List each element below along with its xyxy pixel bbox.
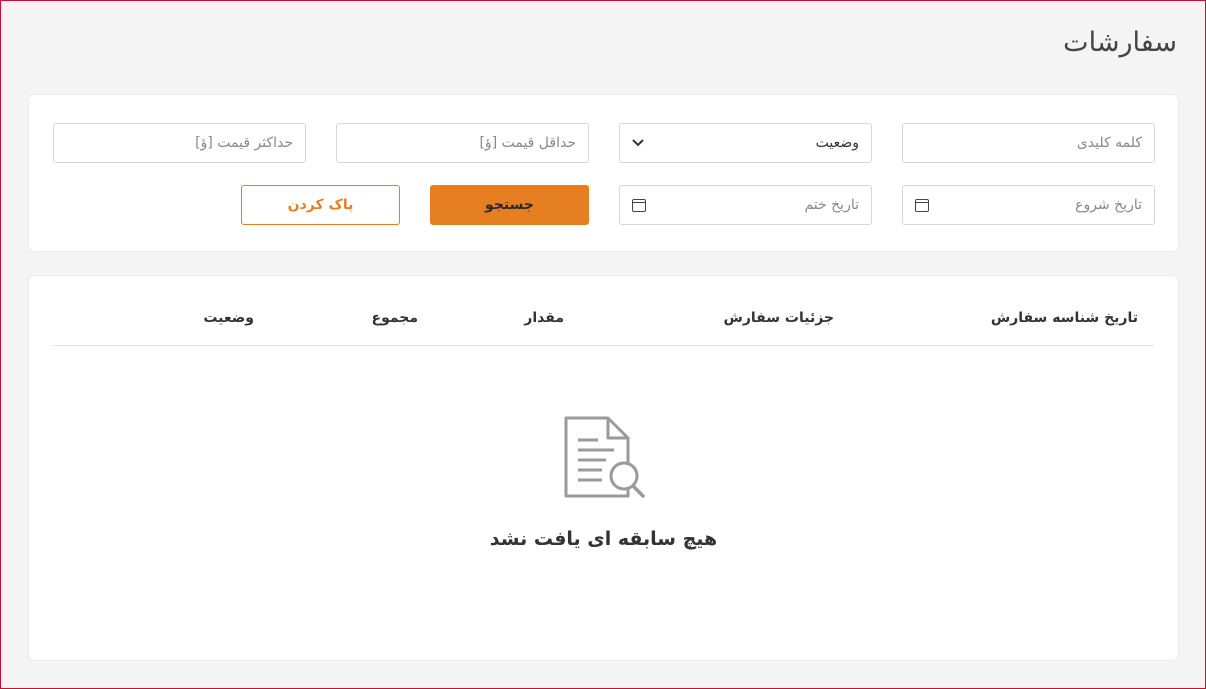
filter-panel: وضعیت جستجو پاک کردن — [28, 94, 1179, 252]
end-date-input[interactable] — [646, 197, 859, 213]
results-panel: تاریخ شناسه سفارش جزئیات سفارش مقدار مجم… — [28, 275, 1179, 661]
search-button[interactable]: جستجو — [430, 185, 589, 225]
empty-state-message: هیچ سابقه ای یافت نشد — [489, 528, 718, 550]
end-date-field[interactable] — [619, 185, 872, 225]
page-title: سفارشات — [1063, 27, 1177, 58]
column-header-total: مجموع — [371, 310, 418, 326]
keyword-field[interactable] — [902, 123, 1155, 163]
calendar-icon[interactable] — [915, 198, 929, 212]
column-header-order-details: جزئیات سفارش — [723, 310, 834, 326]
status-select-value: وضعیت — [815, 135, 859, 151]
keyword-input[interactable] — [915, 135, 1142, 151]
column-header-order-date-id: تاریخ شناسه سفارش — [990, 310, 1138, 326]
max-price-input[interactable] — [66, 135, 293, 151]
chevron-down-icon — [632, 135, 644, 151]
clear-button[interactable]: پاک کردن — [241, 185, 400, 225]
start-date-input[interactable] — [929, 197, 1142, 213]
document-search-icon — [562, 416, 646, 504]
column-header-status: وضعیت — [203, 310, 254, 326]
status-select[interactable]: وضعیت — [619, 123, 872, 163]
column-header-quantity: مقدار — [524, 310, 564, 326]
table-header: تاریخ شناسه سفارش جزئیات سفارش مقدار مجم… — [53, 298, 1154, 346]
min-price-field[interactable] — [336, 123, 589, 163]
min-price-input[interactable] — [349, 135, 576, 151]
max-price-field[interactable] — [53, 123, 306, 163]
calendar-icon[interactable] — [632, 198, 646, 212]
start-date-field[interactable] — [902, 185, 1155, 225]
